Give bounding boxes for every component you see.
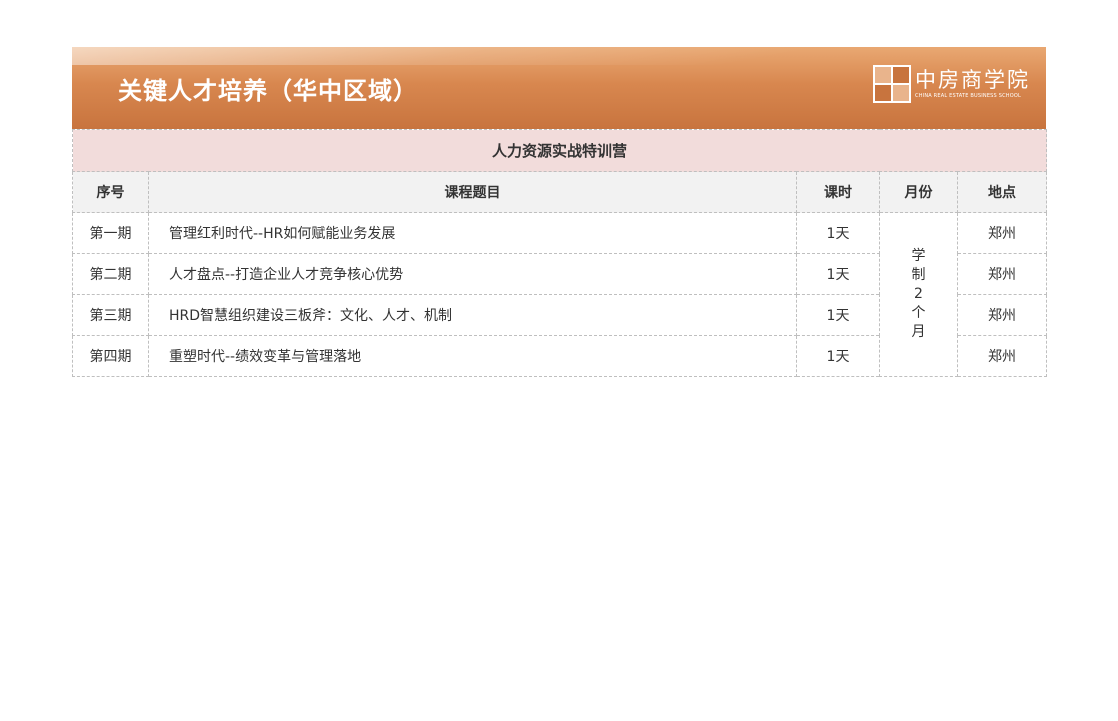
table-header-row: 序号 课程题目 课时 月份 地点 (72, 171, 1047, 213)
row-hours: 1天 (796, 253, 880, 295)
column-header-month: 月份 (879, 171, 958, 213)
row-hours: 1天 (796, 212, 880, 254)
camp-title-row: 人力资源实战特训营 (72, 129, 1047, 172)
row-topic: 管理红利时代--HR如何赋能业务发展 (148, 212, 797, 254)
month-char: 个 (911, 305, 926, 321)
column-header-location: 地点 (957, 171, 1047, 213)
row-seq: 第一期 (72, 212, 149, 254)
month-char: 制 (911, 267, 926, 283)
header-banner: 关键人才培养（华中区域） 中房商学院 CHINA REAL ESTATE BUS… (72, 47, 1046, 129)
month-char: 2 (914, 286, 923, 302)
row-seq: 第二期 (72, 253, 149, 295)
row-location: 郑州 (957, 294, 1047, 336)
row-seq: 第三期 (72, 294, 149, 336)
column-header-topic: 课程题目 (148, 171, 797, 213)
school-logo: 中房商学院 CHINA REAL ESTATE BUSINESS SCHOOL (873, 65, 1030, 103)
row-hours: 1天 (796, 294, 880, 336)
course-table: 人力资源实战特训营 序号 课程题目 课时 月份 地点 第一期 管理红利时代--H… (72, 129, 1047, 377)
row-location: 郑州 (957, 212, 1047, 254)
column-header-hours: 课时 (796, 171, 880, 213)
row-topic: HRD智慧组织建设三板斧：文化、人才、机制 (148, 294, 797, 336)
row-topic: 人才盘点--打造企业人才竞争核心优势 (148, 253, 797, 295)
table-row: 第一期 管理红利时代--HR如何赋能业务发展 1天 学 制 2 个 月 郑州 (72, 212, 1047, 377)
row-topic: 重塑时代--绩效变革与管理落地 (148, 335, 797, 377)
camp-title: 人力资源实战特训营 (72, 129, 1047, 172)
row-location: 郑州 (957, 253, 1047, 295)
page-title: 关键人才培养（华中区域） (118, 77, 418, 105)
month-char: 月 (911, 324, 926, 340)
logo-english-name: CHINA REAL ESTATE BUSINESS SCHOOL (915, 93, 1021, 99)
month-char: 学 (911, 248, 926, 264)
row-seq: 第四期 (72, 335, 149, 377)
logo-name: 中房商学院 (915, 68, 1030, 92)
seal-icon (873, 65, 911, 103)
column-header-seq: 序号 (72, 171, 149, 213)
row-location: 郑州 (957, 335, 1047, 377)
row-hours: 1天 (796, 335, 880, 377)
course-table-wrapper: 人力资源实战特训营 序号 课程题目 课时 月份 地点 第一期 管理红利时代--H… (72, 129, 1047, 377)
month-cell: 学 制 2 个 月 (879, 212, 958, 377)
